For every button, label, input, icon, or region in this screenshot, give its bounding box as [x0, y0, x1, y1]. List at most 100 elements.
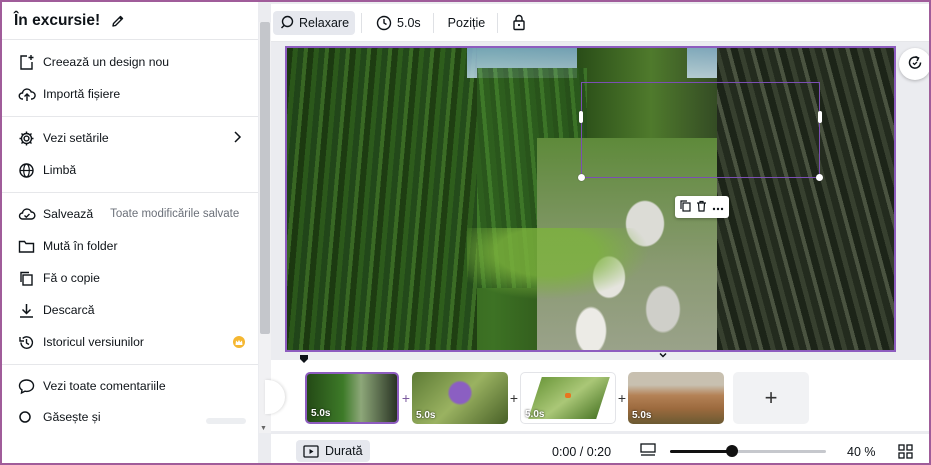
search-icon — [17, 408, 36, 427]
menu-item-version-history[interactable]: Istoricul versiunilor — [2, 327, 258, 357]
add-transition-button[interactable]: + — [616, 390, 628, 406]
element-floating-toolbar — [675, 196, 729, 218]
duplicate-icon[interactable] — [680, 199, 691, 215]
durata-label: Durată — [325, 444, 363, 458]
menu-divider — [2, 116, 258, 117]
menu-item-label: Creează un design nou — [43, 55, 170, 69]
menu-item-import[interactable]: Importă fișiere — [2, 79, 258, 109]
menu-item-label: Vezi toate comentariile — [43, 379, 166, 393]
toolbar-divider — [432, 12, 434, 33]
menu-item-copy[interactable]: Fă o copie — [2, 263, 258, 293]
menu-header: În excursie! — [2, 2, 258, 40]
copy-icon — [17, 269, 36, 288]
app-window: În excursie! Creează un design nou Impor… — [0, 0, 931, 465]
position-button[interactable]: Poziție — [442, 11, 492, 35]
forest-image — [287, 48, 477, 350]
resize-handle[interactable] — [818, 111, 822, 123]
comment-icon — [17, 377, 36, 396]
editor-toolbar: Relaxare 5.0s Poziție — [271, 4, 929, 42]
lock-icon — [512, 14, 526, 31]
zoom-slider[interactable] — [670, 445, 826, 457]
menu-divider — [2, 364, 258, 365]
pencil-icon[interactable] — [110, 13, 126, 29]
add-page-button[interactable]: + — [733, 372, 809, 424]
menu-item-new-design[interactable]: Creează un design nou — [2, 47, 258, 77]
toolbar-divider — [361, 12, 363, 33]
faded-hint — [206, 418, 246, 424]
timeline-page-4[interactable]: 5.0s — [628, 372, 724, 424]
menu-item-language[interactable]: Limbă — [2, 155, 258, 185]
add-transition-button[interactable]: + — [508, 390, 520, 406]
lock-button[interactable] — [506, 11, 537, 35]
menu-item-label: Fă o copie — [43, 271, 100, 285]
menu-item-label: Găsește și — [43, 410, 101, 424]
menu-item-label: Istoricul versiunilor — [43, 335, 144, 349]
play-icon — [303, 444, 319, 458]
playback-time: 0:00 / 0:20 — [552, 445, 612, 459]
page-duration-button[interactable]: 5.0s — [370, 11, 427, 35]
menu-item-label: Limbă — [43, 163, 77, 177]
animation-relax-button[interactable]: Relaxare — [273, 10, 356, 35]
screen-icon[interactable] — [640, 443, 656, 460]
menu-item-label: Importă fișiere — [43, 87, 121, 101]
duration-toggle-button[interactable]: Durată — [296, 440, 370, 462]
menu-scrollbar[interactable]: ▼ — [259, 22, 271, 433]
duration-label: 5.0s — [397, 15, 421, 30]
save-status: Toate modificările salvate — [110, 208, 240, 220]
grid-view-icon[interactable] — [898, 444, 913, 462]
gear-icon — [17, 129, 36, 148]
animation-icon — [279, 15, 294, 30]
clock-icon — [376, 15, 392, 31]
chevron-down-icon[interactable] — [656, 352, 670, 360]
resize-handle[interactable] — [578, 174, 585, 181]
timeline-page-1[interactable]: 5.0s — [305, 372, 399, 424]
scroll-down-icon[interactable]: ▼ — [260, 425, 267, 432]
page-duration: 5.0s — [632, 410, 652, 421]
plus-icon: + — [764, 385, 778, 410]
resize-handle[interactable] — [579, 111, 583, 123]
menu-item-comments[interactable]: Vezi toate comentariile — [2, 371, 258, 401]
butterfly-image — [565, 393, 571, 398]
trash-icon[interactable] — [696, 200, 707, 215]
menu-item-download[interactable]: Descarcă — [2, 295, 258, 325]
resize-handle[interactable] — [816, 174, 823, 181]
zoom-slider-fill — [670, 450, 733, 453]
menu-item-label: Vezi setările — [43, 131, 109, 145]
chevron-right-icon — [232, 130, 242, 147]
menu-item-find[interactable]: Găsește și — [2, 402, 258, 432]
menu-item-label: Salvează — [43, 207, 94, 221]
folder-icon — [17, 237, 36, 256]
add-transition-button[interactable]: + — [400, 390, 412, 406]
download-icon — [17, 301, 36, 320]
design-title[interactable]: În excursie! — [14, 12, 100, 30]
upload-cloud-icon — [17, 85, 36, 104]
crown-icon — [233, 336, 245, 348]
cloud-check-icon — [17, 205, 36, 224]
relax-label: Relaxare — [299, 15, 350, 30]
more-options-icon[interactable] — [712, 200, 724, 214]
globe-icon — [17, 161, 36, 180]
menu-item-label: Descarcă — [43, 303, 95, 317]
page-duration: 5.0s — [416, 410, 436, 421]
menu-item-save[interactable]: Salvează Toate modificările salvate — [2, 199, 258, 229]
scrollbar-thumb[interactable] — [260, 22, 270, 334]
timeline-page-2[interactable]: 5.0s — [412, 372, 508, 424]
timeline-page-3[interactable]: 5.0s — [520, 372, 616, 424]
page-duration: 5.0s — [311, 408, 331, 419]
refresh-button[interactable] — [899, 48, 929, 80]
refresh-icon — [906, 54, 924, 75]
position-label: Poziție — [447, 15, 486, 30]
toolbar-divider — [497, 12, 499, 33]
grass-image — [467, 228, 667, 308]
zoom-level[interactable]: 40 % — [847, 445, 876, 459]
selected-element-frame[interactable] — [578, 82, 823, 181]
design-canvas[interactable] — [285, 46, 896, 352]
playhead-marker[interactable] — [299, 353, 309, 363]
file-menu: În excursie! Creează un design nou Impor… — [2, 2, 258, 463]
menu-item-label: Mută în folder — [43, 239, 118, 253]
history-icon — [17, 333, 36, 352]
page-duration: 5.0s — [525, 409, 545, 420]
menu-divider — [2, 192, 258, 193]
menu-item-settings[interactable]: Vezi setările — [2, 123, 258, 153]
menu-item-move-folder[interactable]: Mută în folder — [2, 231, 258, 261]
